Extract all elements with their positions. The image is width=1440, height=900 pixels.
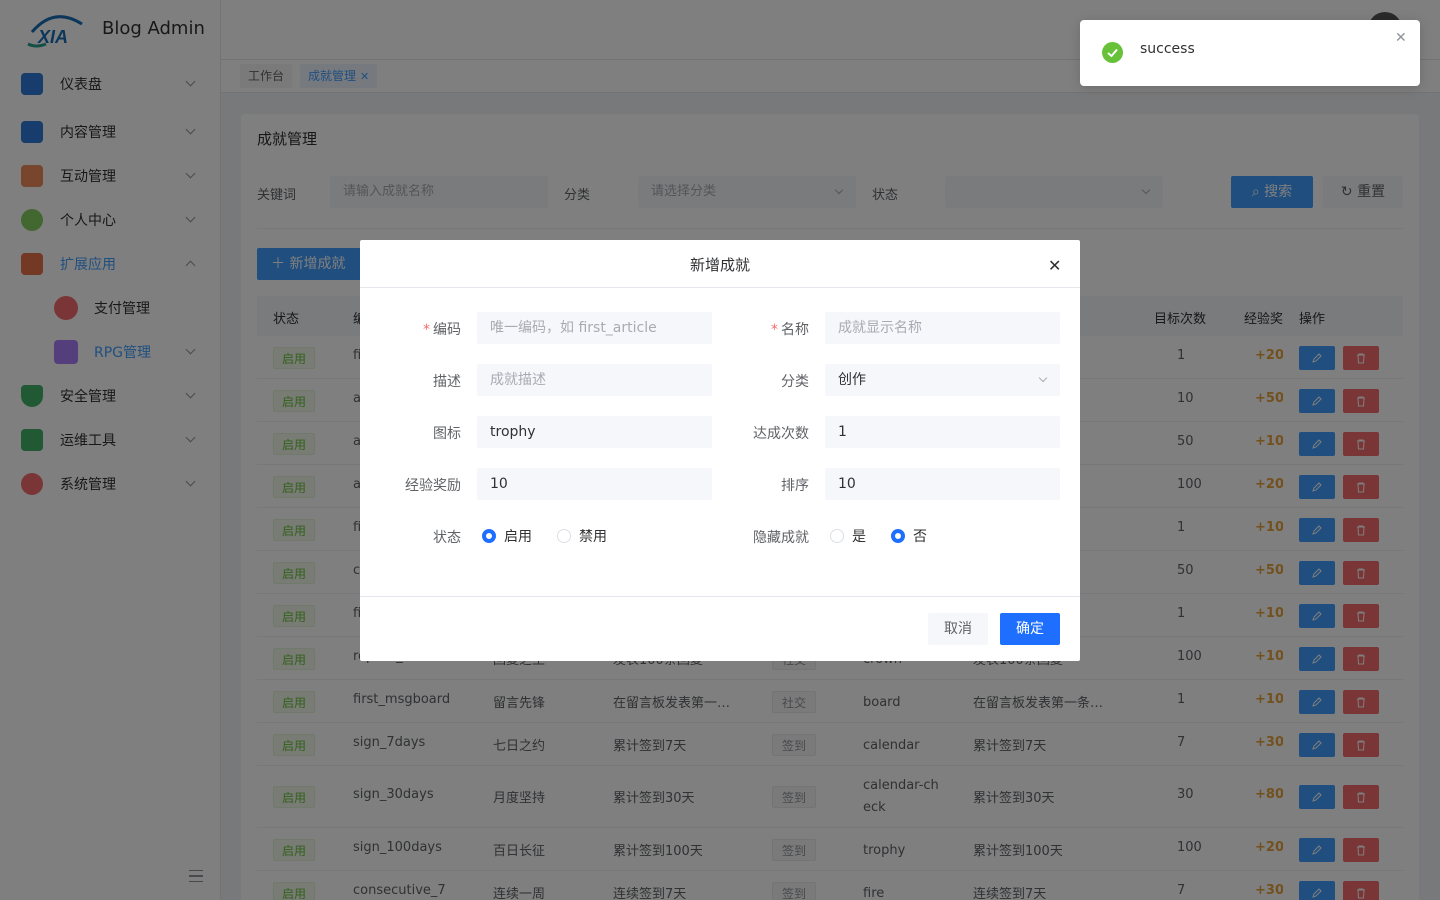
radio-unchecked-icon <box>557 529 571 543</box>
name-label: * 名称 <box>709 319 809 339</box>
radio-unchecked-icon <box>830 529 844 543</box>
radio-checked-icon <box>891 529 905 543</box>
name-input[interactable]: 成就显示名称 <box>825 312 1060 344</box>
category-value: 创作 <box>838 372 866 388</box>
category-label: 分类 <box>781 374 809 390</box>
required-mark: * <box>423 322 430 338</box>
radio-label: 启用 <box>504 529 532 545</box>
success-toast: success ✕ <box>1080 20 1420 86</box>
status-radio-enabled[interactable]: 启用 <box>482 526 532 546</box>
sort-label: 排序 <box>781 478 809 494</box>
cancel-button[interactable]: 取消 <box>928 613 988 645</box>
radio-label: 否 <box>913 529 927 545</box>
icon-input[interactable]: trophy <box>477 416 712 448</box>
desc-input[interactable]: 成就描述 <box>477 364 712 396</box>
target-input[interactable]: 1 <box>825 416 1060 448</box>
radio-checked-icon <box>482 529 496 543</box>
code-input[interactable]: 唯一编码，如 first_article <box>477 312 712 344</box>
radio-label: 是 <box>852 529 866 545</box>
hidden-label: 隐藏成就 <box>753 530 809 546</box>
status-radio-disabled[interactable]: 禁用 <box>557 526 607 546</box>
code-label-text: 编码 <box>433 322 461 338</box>
close-icon[interactable]: ✕ <box>1395 30 1407 46</box>
dialog-footer-divider <box>360 596 1080 597</box>
dialog-header-divider <box>360 287 1080 288</box>
exp-input[interactable]: 10 <box>477 468 712 500</box>
desc-label: 描述 <box>433 374 461 390</box>
required-mark: * <box>771 322 778 338</box>
hidden-radio-no[interactable]: 否 <box>891 526 927 546</box>
add-achievement-dialog: 新增成就 ✕ * 编码 唯一编码，如 first_article * 名称 成就显示… <box>360 240 1080 661</box>
toast-message: success <box>1140 41 1195 57</box>
chevron-down-icon <box>1038 373 1048 383</box>
status-label: 状态 <box>433 530 461 546</box>
confirm-button[interactable]: 确定 <box>1000 613 1060 645</box>
code-label: * 编码 <box>361 319 461 339</box>
target-label: 达成次数 <box>753 426 809 442</box>
hidden-radio-yes[interactable]: 是 <box>830 526 866 546</box>
close-icon[interactable]: ✕ <box>1048 256 1061 275</box>
radio-label: 禁用 <box>579 529 607 545</box>
exp-label: 经验奖励 <box>405 478 461 494</box>
name-label-text: 名称 <box>781 322 809 338</box>
icon-label: 图标 <box>433 426 461 442</box>
check-circle-icon <box>1102 42 1123 63</box>
category-select[interactable]: 创作 <box>825 364 1060 396</box>
dialog-title: 新增成就 <box>689 256 750 274</box>
sort-input[interactable]: 10 <box>825 468 1060 500</box>
